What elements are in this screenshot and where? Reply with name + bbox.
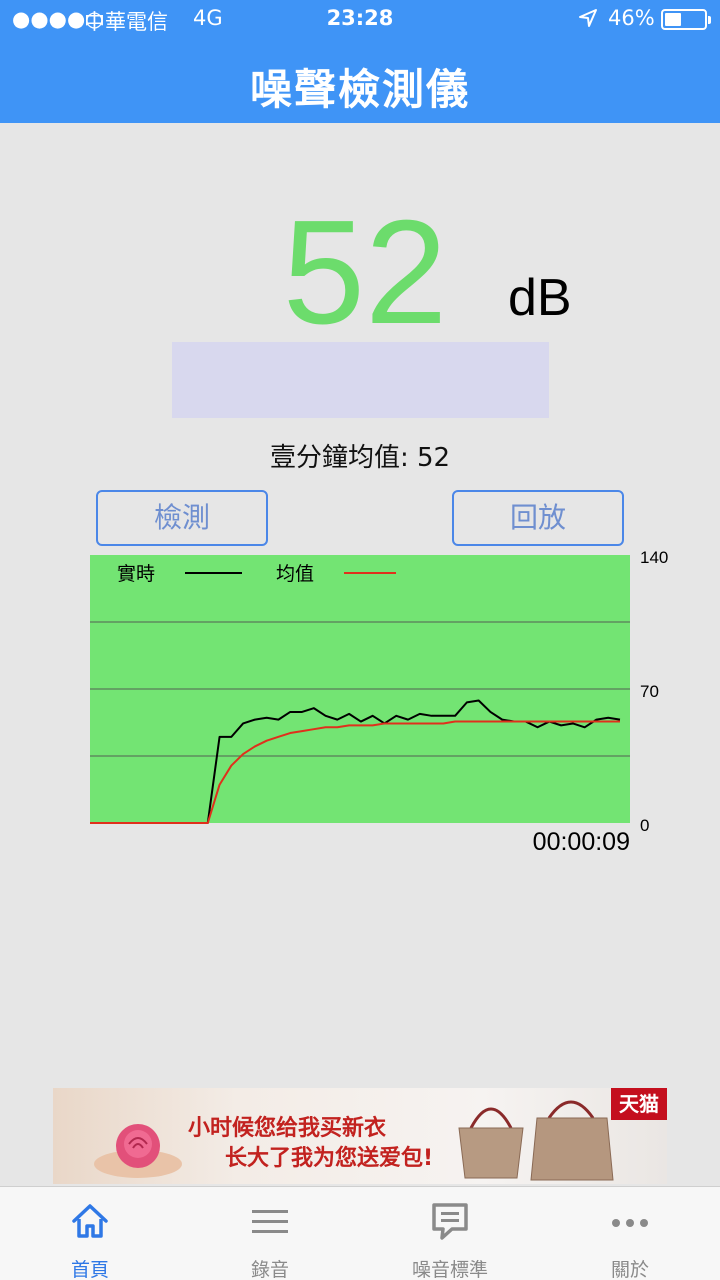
one-minute-average: 壹分鐘均值: 52: [269, 443, 451, 473]
status-bar: ●●●●○ 中華電信 4G 23:28 46%: [0, 0, 720, 40]
legend-label: 均值: [276, 563, 314, 585]
chat-bubble-icon: [432, 1203, 468, 1240]
replay-button[interactable]: 回放: [452, 490, 624, 546]
tab-record[interactable]: 錄音: [210, 1187, 330, 1280]
y-tick-label: 140: [640, 548, 668, 567]
tab-about-label: 關於: [610, 1259, 649, 1280]
more-dots-icon: [612, 1219, 648, 1227]
tab-about[interactable]: 關於: [570, 1187, 690, 1280]
menu-lines-icon: [252, 1210, 288, 1233]
battery-icon: [661, 9, 711, 30]
chart-y-ticks: 140 70 0: [640, 548, 668, 835]
tab-home[interactable]: 首頁: [30, 1187, 150, 1280]
decibel-value: 52: [282, 190, 448, 355]
y-tick-label: 70: [640, 682, 659, 701]
y-tick-label: 0: [640, 816, 649, 835]
detect-button[interactable]: 檢測: [96, 490, 268, 546]
noise-chart: 140 70 0 實時 均值: [90, 548, 668, 835]
decibel-unit: dB: [508, 269, 572, 327]
top-bar: ●●●●○ 中華電信 4G 23:28 46% 噪聲檢測儀: [0, 0, 720, 123]
tab-record-label: 錄音: [250, 1259, 289, 1280]
rose-image: [94, 1124, 182, 1178]
page: ●●●●○ 中華電信 4G 23:28 46% 噪聲檢測儀 52 dB 壹分鐘均…: [0, 0, 720, 1280]
ad-headline: 小时候您给我买新衣: [188, 1116, 387, 1141]
level-meter: [172, 342, 549, 418]
ad-banner[interactable]: 小时候您给我买新衣 长大了我为您送爱包! 天猫: [53, 1088, 667, 1184]
tab-bar: 首頁 錄音 噪音標準 關於: [0, 1186, 720, 1280]
tab-home-label: 首頁: [70, 1259, 109, 1280]
page-title: 噪聲檢測儀: [249, 65, 470, 114]
tab-noise-standard[interactable]: 噪音標準: [390, 1187, 510, 1280]
handbags-image: [458, 1100, 614, 1181]
battery-percent: 46%: [608, 6, 655, 30]
legend-label: 實時: [117, 563, 155, 585]
tab-noise-standard-label: 噪音標準: [411, 1259, 488, 1280]
location-arrow-icon: [579, 9, 597, 27]
home-icon: [72, 1204, 108, 1238]
tmall-badge: 天猫: [611, 1088, 667, 1120]
elapsed-time: 00:00:09: [532, 828, 630, 856]
ad-subline: 长大了我为您送爱包!: [225, 1146, 434, 1171]
